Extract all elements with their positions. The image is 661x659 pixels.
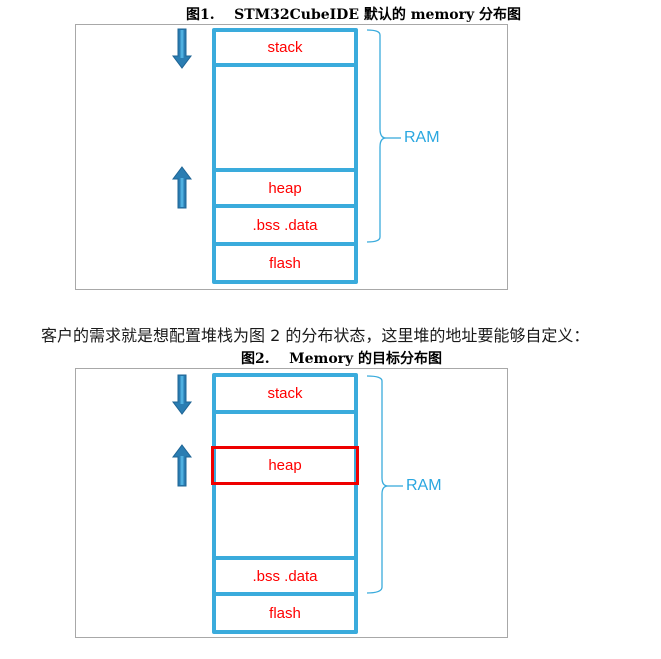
figure2-flash-block: flash — [269, 604, 301, 622]
figure2-stack-block: stack — [267, 385, 303, 402]
down-arrow-icon — [172, 28, 192, 69]
up-arrow-icon — [172, 444, 192, 487]
up-arrow-icon — [172, 166, 192, 209]
figure1-heap-block: heap — [268, 179, 302, 197]
figure1-caption: 图1. STM32CubeIDE 默认的 memory 分布图 — [186, 7, 522, 23]
down-arrow-icon — [172, 374, 192, 415]
figure2-heap-block: heap — [268, 457, 302, 474]
figure2-bss-data-block: .bss .data — [252, 567, 318, 585]
figure1-free-block — [216, 67, 354, 168]
figure2-caption: 图2. Memory 的目标分布图 — [241, 351, 443, 367]
figure1-ram-label: RAM — [404, 129, 440, 146]
figure2-divider — [212, 410, 358, 414]
figure2-ram-brace — [366, 375, 403, 594]
figure2-ram-label: RAM — [406, 477, 442, 494]
figure1-flash-block: flash — [269, 254, 301, 272]
body-paragraph: 客户的需求就是想配置堆栈为图 2 的分布状态，这里堆的地址要能够自定义： — [41, 326, 590, 345]
figure1-bss-data-block: .bss .data — [252, 216, 318, 234]
figure1-ram-brace — [366, 29, 401, 243]
figure1-stack-block: stack — [267, 39, 303, 56]
